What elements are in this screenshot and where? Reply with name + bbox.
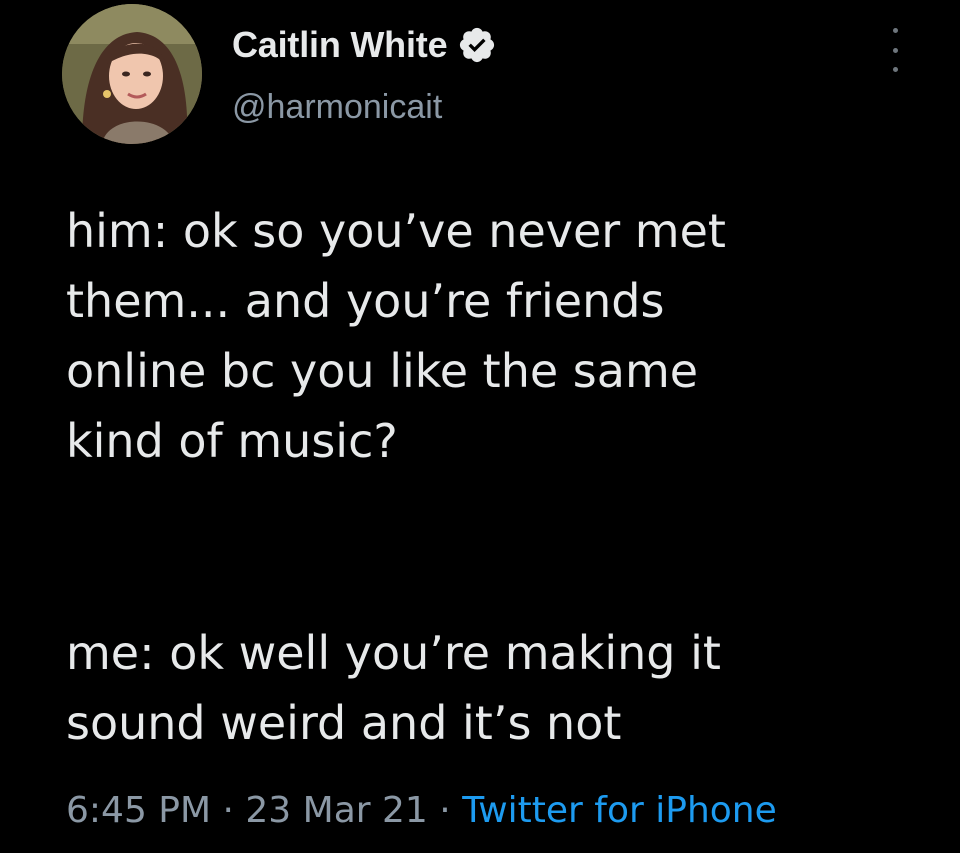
tweet-time[interactable]: 6:45 PM [66, 790, 211, 831]
meta-separator: · [427, 790, 463, 831]
dot [892, 67, 898, 72]
more-options-icon[interactable] [885, 28, 905, 72]
author-display-name[interactable]: Caitlin White [232, 24, 448, 66]
avatar[interactable] [62, 4, 202, 144]
author-name-row: Caitlin White [232, 20, 497, 70]
meta-separator: · [211, 790, 246, 831]
tweet-card: Caitlin White @harmonicait him: ok so yo… [0, 0, 960, 853]
dot [892, 47, 898, 53]
tweet-meta: 6:45 PM · 23 Mar 21 · Twitter for iPhone [66, 790, 777, 831]
tweet-text-paragraph-2: me: ok well you’re making it sound weird… [66, 626, 721, 750]
author-handle[interactable]: @harmonicait [232, 88, 442, 127]
verified-badge-icon [457, 25, 497, 65]
dot [892, 28, 898, 33]
tweet-date[interactable]: 23 Mar 21 [245, 790, 427, 831]
avatar-portrait [62, 4, 202, 144]
tweet-source-link[interactable]: Twitter for iPhone [462, 790, 777, 831]
tweet-text-paragraph-1: him: ok so you’ve never met them... and … [66, 204, 726, 468]
